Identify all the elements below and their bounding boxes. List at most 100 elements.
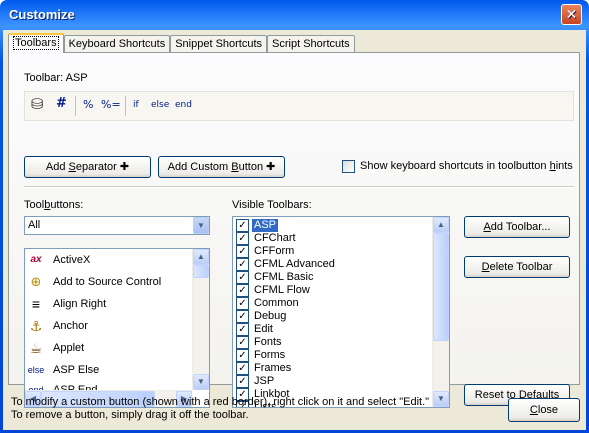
tab-label: Snippet Shortcuts [175,38,263,50]
toolbar-list-item-label: Frames [254,362,292,374]
hash-icon[interactable]: # [56,96,67,111]
else-icon[interactable]: else [151,100,169,110]
customize-window: Customize ✕ Toolbars Keyboard Shortcuts … [0,0,589,433]
label-text: uttons: [50,199,84,211]
checkmark-icon[interactable]: ✓ [236,271,249,284]
checkmark-icon[interactable]: ✓ [236,349,249,362]
button-label: lose [537,404,559,416]
button-label-mnemonic: B [231,161,239,173]
applet-icon: ☕ [29,340,43,356]
toolbar-list-item-label: Debug [254,310,287,322]
button-label-mnemonic: D [481,261,490,273]
checkmark-icon[interactable]: ✓ [236,323,249,336]
button-label: dd Toolbar... [490,221,551,233]
add-custom-button[interactable]: Add Custom Button ✚ [158,156,285,178]
checkmark-icon[interactable]: ✓ [236,284,249,297]
toolbar-list-item-label: CFForm [254,245,295,257]
toolbuttons-filter-select[interactable]: All ▼ [24,216,210,235]
toolbar-list-item-label: Fonts [254,336,282,348]
toolbar-separator [125,96,126,116]
toolbar-list-item-label: JSP [254,375,275,387]
tab-snippet-shortcuts[interactable]: Snippet Shortcuts [170,35,268,53]
scroll-thumb[interactable] [193,265,209,278]
toolbar-list-item-label: Edit [254,323,273,335]
scroll-up-button[interactable]: ▲ [193,249,209,265]
select-value: All [28,219,41,231]
activex-icon: ax [30,254,42,265]
list-item-label: Applet [53,342,85,354]
button-label: Add [45,161,69,173]
toolbars-tab-panel: Toolbar: ASP ⛁ # % %= if else end Add Se… [8,52,580,408]
checkmark-icon[interactable]: ✓ [236,362,249,375]
end-icon[interactable]: end [175,100,192,110]
vertical-scrollbar[interactable]: ▲ ▼ [432,217,449,407]
toolbar-list-item-label: ASP [252,219,279,232]
tab-label: Keyboard Shortcuts [68,38,166,50]
button-label: eparator ✚ [75,161,130,173]
toolbar-name-label: Toolbar: ASP [24,72,88,84]
button-label: elete Toolbar [489,261,553,273]
anchor-icon: ⚓ [29,318,43,334]
toolbar-list-item-label: CFChart [254,232,296,244]
tab-keyboard-shortcuts[interactable]: Keyboard Shortcuts [63,35,171,53]
if-icon[interactable]: if [133,100,139,110]
list-item-label: Anchor [53,320,88,332]
checkmark-icon[interactable]: ✓ [236,245,249,258]
button-label-mnemonic: A [483,221,491,233]
list-item-label: ASP Else [53,364,100,376]
list-item-label: Add to Source Control [53,276,162,288]
button-label: Add Custom [167,161,232,173]
scroll-thumb[interactable] [433,233,449,341]
chevron-down-icon[interactable]: ▼ [193,217,209,234]
list-item-label: ActiveX [53,254,91,266]
toolbar-list-item-label: Forms [254,349,286,361]
section-divider [24,186,574,188]
percent-equals-icon[interactable]: %= [101,98,121,111]
toolbar-preview: ⛁ # % %= if else end [24,91,574,121]
checkmark-icon[interactable]: ✓ [236,375,249,388]
percent-icon[interactable]: % [83,98,93,111]
tab-script-shortcuts[interactable]: Script Shortcuts [267,35,355,53]
show-shortcuts-label[interactable]: Show keyboard shortcuts in toolbutton hi… [360,160,573,172]
delete-toolbar-button[interactable]: Delete Toolbar [464,256,570,278]
checkmark-icon[interactable]: ✓ [236,297,249,310]
scroll-down-button[interactable]: ▼ [433,391,449,407]
tab-label: Toolbars [13,36,59,50]
vertical-scrollbar[interactable]: ▲ ▼ [192,249,209,390]
visible-toolbars-list[interactable]: ✓ ASP ✓ CFChart ✓ CFForm ✓ CFML Advanced ✓ CFML B… [232,216,450,408]
asp-else-icon: else [27,365,45,375]
checkbox-label: ints [555,160,573,172]
window-title: Customize [9,7,75,22]
scroll-down-button[interactable]: ▼ [193,374,209,390]
add-toolbar-button[interactable]: Add Toolbar... [464,216,570,238]
database-icon[interactable]: ⛁ [31,95,44,113]
close-button[interactable]: Close [508,398,580,422]
scroll-up-button[interactable]: ▲ [433,217,449,233]
checkmark-icon[interactable]: ✓ [236,310,249,323]
checkmark-icon[interactable]: ✓ [236,258,249,271]
checkbox-label: Show keyboard shortcuts in toolbutton [360,160,550,172]
source-control-add-icon: ⊕ [30,274,42,289]
toolbar-separator [75,96,76,116]
window-close-button[interactable]: ✕ [561,4,582,25]
toolbar-list-item-label: CFML Advanced [254,258,335,270]
label-text: Tool [24,199,45,211]
checkmark-icon[interactable]: ✓ [236,219,249,232]
button-label-mnemonic: C [529,404,538,416]
show-shortcuts-checkbox[interactable] [342,160,355,173]
add-separator-button[interactable]: Add Separator ✚ [24,156,151,178]
tab-toolbars[interactable]: Toolbars [8,33,64,53]
help-text-line: To modify a custom button (shown with a … [11,396,430,408]
toolbuttons-list[interactable]: ax ActiveX ⊕ Add to Source Control ≡ Ali… [24,248,210,408]
button-label: utton ✚ [238,161,276,173]
title-bar[interactable]: Customize ✕ [3,0,586,30]
close-icon: ✕ [565,6,578,22]
tab-strip: Toolbars Keyboard Shortcuts Snippet Shor… [8,33,355,53]
checkmark-icon[interactable]: ✓ [236,232,249,245]
checkmark-icon[interactable]: ✓ [236,336,249,349]
toolbar-list-item-label: CFML Basic [254,271,314,283]
dialog-client-area: Toolbars Keyboard Shortcuts Snippet Shor… [3,30,586,430]
tab-label: Script Shortcuts [272,38,350,50]
button-label-mnemonic: S [68,161,76,173]
visible-toolbars-label: Visible Toolbars: [232,199,312,211]
